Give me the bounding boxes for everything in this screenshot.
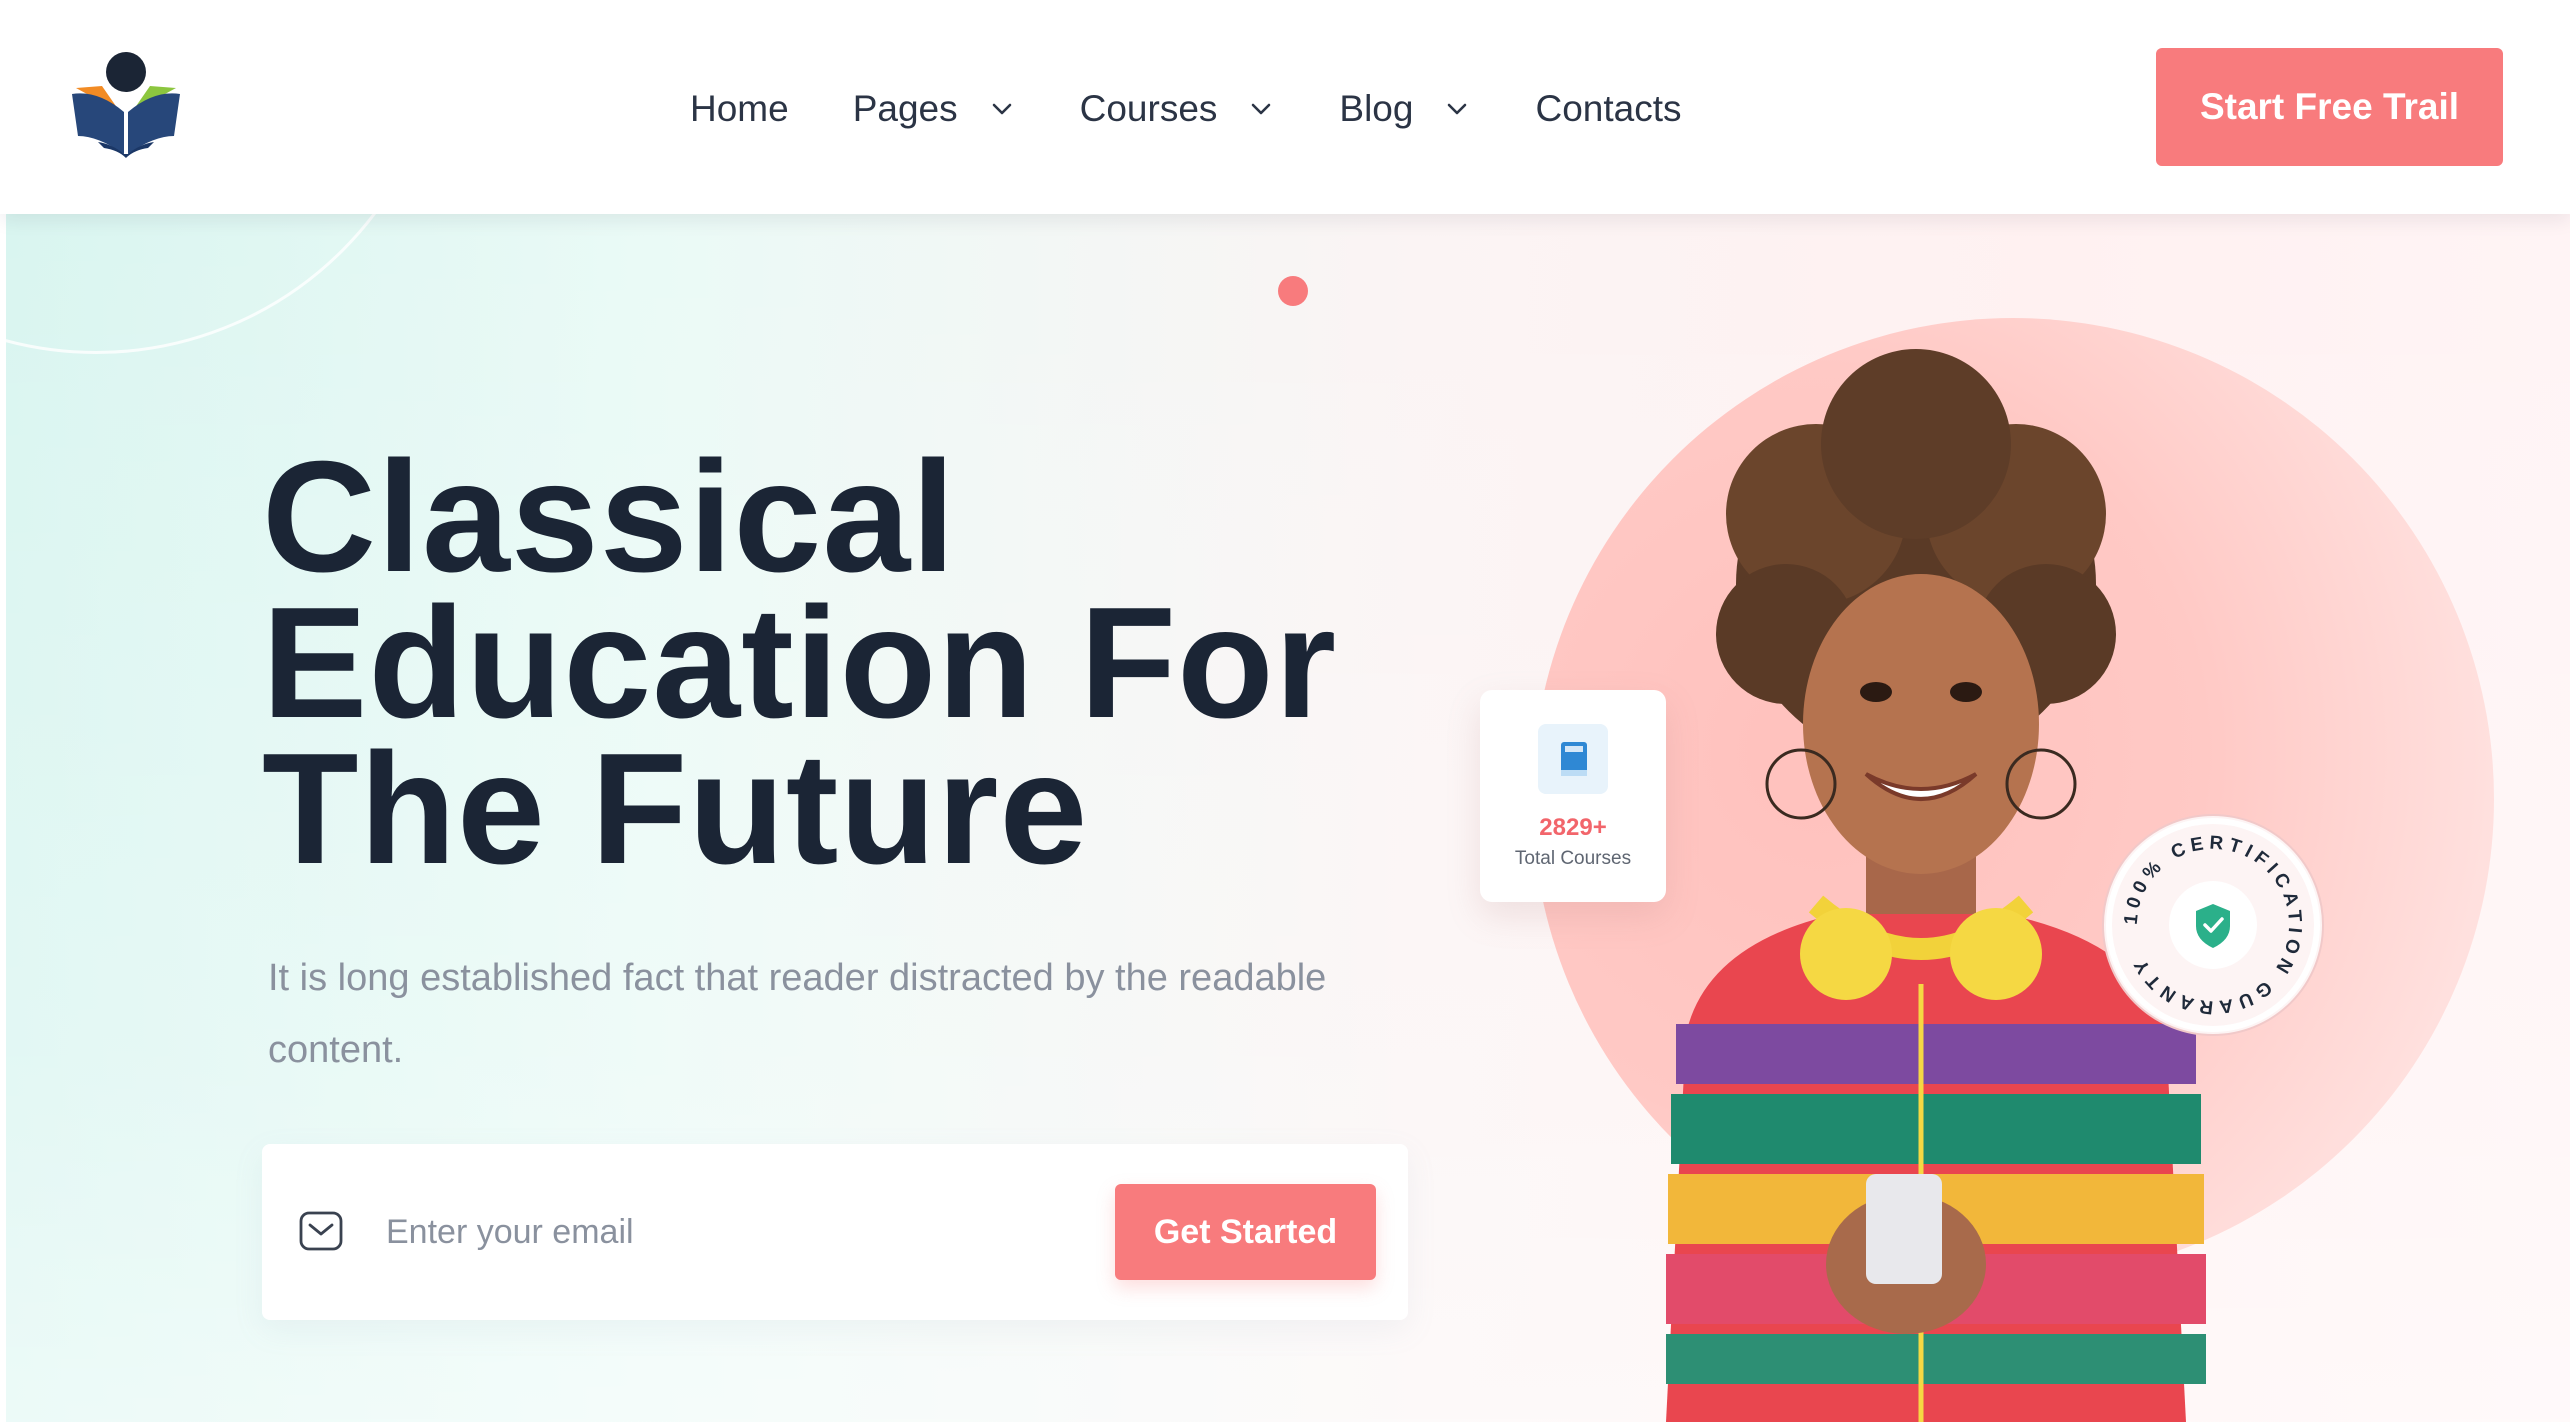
courses-count: 2829+ (1539, 814, 1607, 841)
mail-icon (299, 1211, 343, 1251)
nav-contacts[interactable]: Contacts (1535, 88, 1681, 130)
chevron-down-icon (992, 103, 1011, 115)
start-free-trial-button[interactable]: Start Free Trail (2156, 48, 2503, 166)
nav-courses[interactable]: Courses (1080, 88, 1276, 130)
book-icon (1538, 724, 1608, 794)
main-nav: Home Pages Courses Blog Contacts (690, 74, 1745, 144)
hero-title-line-1: Classical (262, 429, 957, 605)
hero-title-line-3: The Future (262, 721, 1089, 897)
nav-courses-label: Courses (1079, 88, 1218, 129)
get-started-button[interactable]: Get Started (1115, 1184, 1376, 1280)
nav-blog[interactable]: Blog (1339, 88, 1471, 130)
nav-pages[interactable]: Pages (853, 88, 1016, 130)
hero-section: Classical Education For The Future It is… (6, 214, 2570, 1422)
logo-icon[interactable] (68, 50, 184, 160)
email-input[interactable] (386, 1194, 946, 1270)
nav-pages-label: Pages (852, 88, 958, 129)
hero-title-line-2: Education For (262, 575, 1338, 751)
chevron-down-icon (1448, 103, 1467, 115)
hero-subtitle: It is long established fact that reader … (268, 957, 1327, 1071)
nav-home-label: Home (690, 88, 789, 129)
decorative-dot (1278, 276, 1308, 306)
courses-label: Total Courses (1514, 848, 1632, 869)
chevron-down-icon (1252, 103, 1271, 115)
nav-home[interactable]: Home (690, 88, 789, 130)
hero-title: Classical Education For The Future (262, 429, 1562, 897)
certification-badge: 100% CERTIFICATION GUARANTY (2102, 814, 2324, 1036)
site-header: Home Pages Courses Blog Contacts Start F… (0, 0, 2570, 214)
total-courses-card: 2829+ Total Courses (1480, 690, 1666, 902)
email-signup-form: Get Started (262, 1144, 1408, 1320)
nav-blog-label: Blog (1339, 88, 1414, 129)
nav-contacts-label: Contacts (1535, 88, 1682, 129)
